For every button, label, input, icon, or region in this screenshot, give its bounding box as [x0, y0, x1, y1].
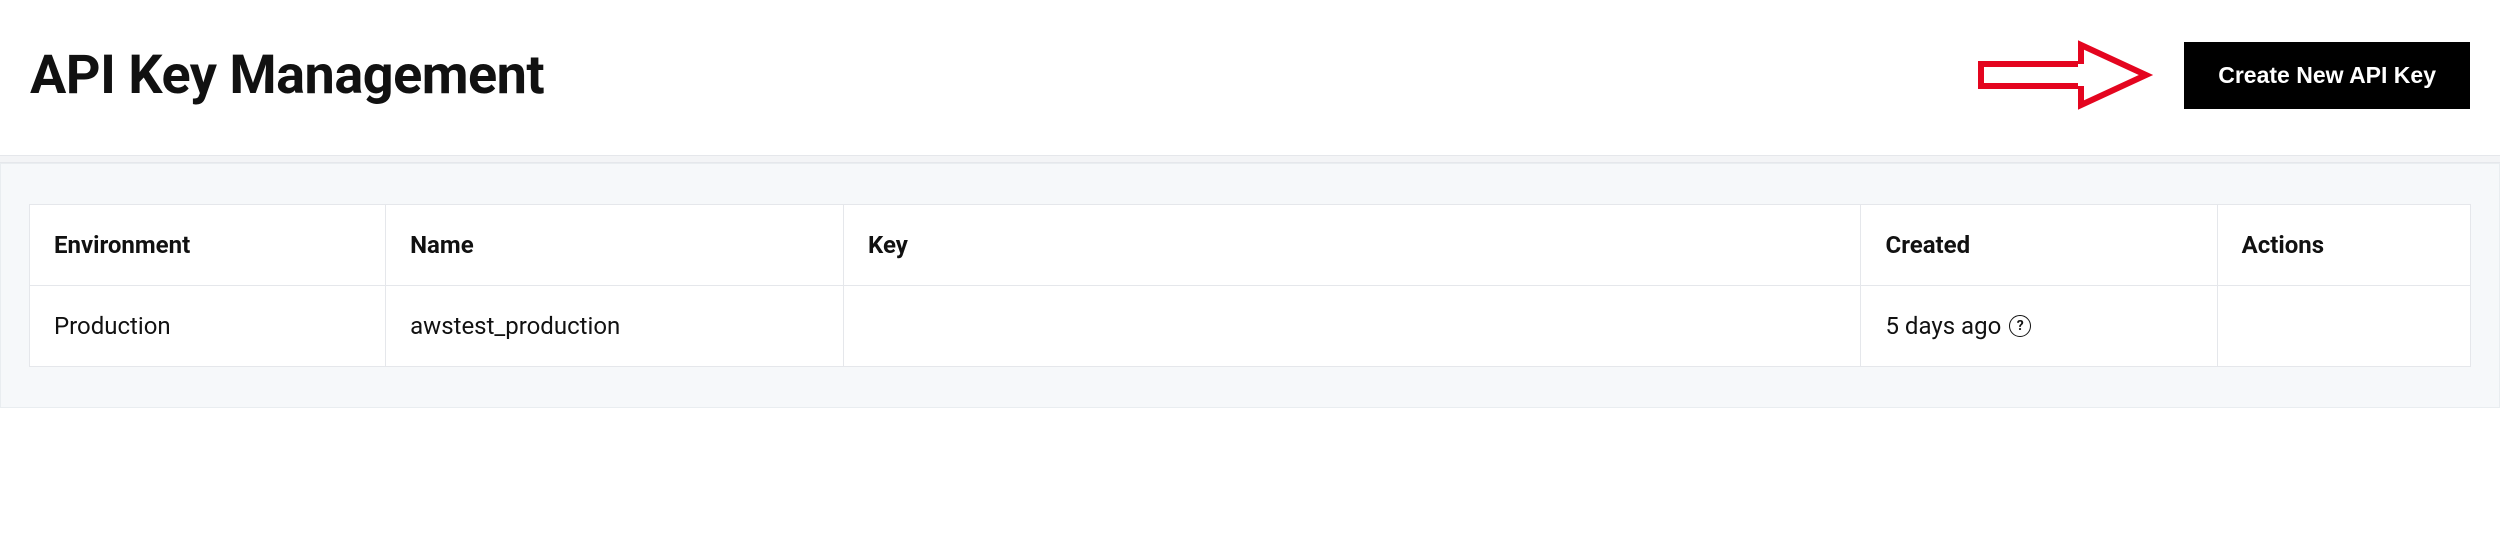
col-header-key: Key: [843, 204, 1861, 285]
col-header-actions: Actions: [2217, 204, 2471, 285]
api-keys-table: Environment Name Key Created Actions Pro…: [29, 204, 2471, 367]
cell-created: 5 days ago ?: [1860, 285, 2216, 367]
table-header-row: Environment Name Key Created Actions: [29, 204, 2471, 285]
cell-environment: Production: [29, 285, 385, 367]
created-text: 5 days ago: [1885, 312, 2001, 340]
cell-key: [843, 285, 1861, 367]
content-panel: Environment Name Key Created Actions Pro…: [0, 163, 2500, 408]
col-header-environment: Environment: [29, 204, 385, 285]
col-header-name: Name: [385, 204, 843, 285]
help-icon[interactable]: ?: [2009, 315, 2031, 337]
cell-actions: [2217, 285, 2471, 367]
col-header-created: Created: [1860, 204, 2216, 285]
page-header: API Key Management Create New API Key: [0, 0, 2500, 155]
page-title: API Key Management: [30, 44, 544, 107]
header-actions: Create New API Key: [1976, 40, 2470, 110]
section-divider: [0, 155, 2500, 163]
create-api-key-button[interactable]: Create New API Key: [2184, 42, 2470, 109]
table-row: Production awstest_production 5 days ago…: [29, 285, 2471, 367]
cell-name: awstest_production: [385, 285, 843, 367]
annotation-arrow-icon: [1976, 40, 2156, 110]
